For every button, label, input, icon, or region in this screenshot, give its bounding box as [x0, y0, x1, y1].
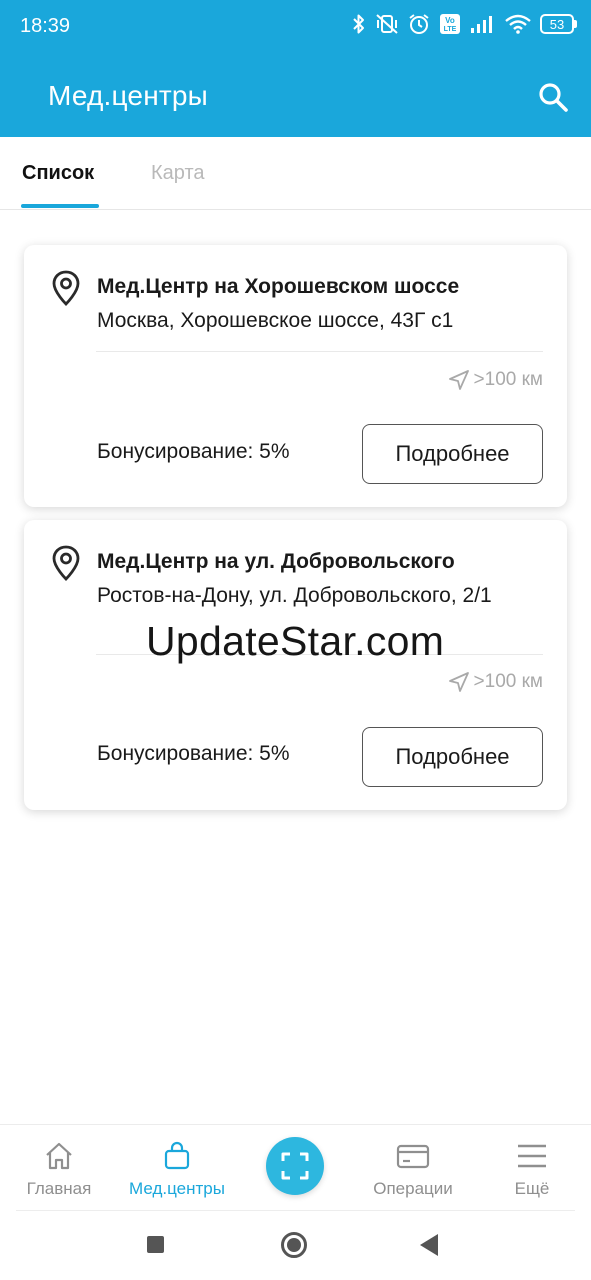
- nav-label: Ещё: [514, 1179, 550, 1198]
- status-icons: Vo LTE 53: [352, 13, 577, 35]
- details-button[interactable]: Подробнее: [362, 424, 543, 484]
- svg-text:LTE: LTE: [444, 26, 457, 33]
- scan-icon: [281, 1152, 309, 1180]
- center-card[interactable]: Мед.Центр на Хорошевском шоссе Москва, Х…: [24, 245, 567, 507]
- vibrate-off-icon: [376, 14, 398, 34]
- page-title: Мед.центры: [48, 80, 208, 111]
- scan-button[interactable]: [266, 1137, 324, 1195]
- center-address: Москва, Хорошевское шоссе, 43Г с1: [97, 309, 454, 332]
- card-divider: [96, 351, 543, 352]
- nav-item-med-centers[interactable]: Мед.центры: [118, 1125, 236, 1211]
- nav-item-home[interactable]: Главная: [0, 1125, 118, 1211]
- app-bar: 18:39 Vo LTE 53 Мед.центры: [0, 0, 591, 137]
- bonus-text: Бонусирование: 5%: [97, 742, 290, 765]
- svg-text:Vo: Vo: [445, 16, 455, 25]
- signal-icon: [471, 16, 492, 33]
- status-time: 18:39: [20, 15, 71, 37]
- active-tab-indicator: [21, 204, 99, 208]
- center-name: Мед.Центр на ул. Добровольского: [97, 550, 455, 573]
- wifi-icon: [505, 14, 531, 34]
- tab-map[interactable]: Карта: [151, 162, 205, 185]
- alarm-icon: [409, 14, 429, 34]
- nav-item-more[interactable]: Ещё: [473, 1125, 591, 1211]
- nav-label: Операции: [373, 1179, 453, 1198]
- distance-info: >100 км: [448, 369, 543, 391]
- tab-list[interactable]: Список: [22, 162, 94, 185]
- center-address: Ростов-на-Дону, ул. Добровольского, 2/1: [97, 584, 492, 607]
- center-name: Мед.Центр на Хорошевском шоссе: [97, 275, 460, 298]
- battery-level: 53: [540, 14, 574, 34]
- bag-icon: [164, 1141, 190, 1170]
- distance-value: >100 км: [473, 671, 543, 692]
- details-button[interactable]: Подробнее: [362, 727, 543, 787]
- nav-item-operations[interactable]: Операции: [354, 1125, 472, 1211]
- navigation-arrow-icon: [448, 672, 469, 692]
- battery-icon: 53: [540, 14, 577, 34]
- system-nav-bar: [0, 1211, 591, 1280]
- watermark: UpdateStar.com: [146, 618, 445, 664]
- center-card[interactable]: Мед.Центр на ул. Добровольского Ростов-н…: [24, 520, 567, 810]
- distance-info: >100 км: [448, 671, 543, 693]
- nav-label: Главная: [26, 1179, 92, 1198]
- back-icon[interactable]: [420, 1234, 438, 1256]
- home-button-icon[interactable]: [281, 1232, 307, 1258]
- bluetooth-icon: [353, 14, 364, 34]
- volte-icon: VoLTE: [440, 14, 460, 34]
- home-icon: [46, 1142, 72, 1170]
- status-bar: 18:39 Vo LTE 53: [0, 0, 591, 54]
- recent-apps-icon[interactable]: [147, 1236, 164, 1253]
- search-icon[interactable]: [536, 80, 572, 116]
- card-icon: [396, 1144, 430, 1169]
- navigation-arrow-icon: [448, 370, 469, 390]
- location-pin-icon: [52, 270, 80, 306]
- nav-label: Мед.центры: [129, 1179, 225, 1198]
- screen: 18:39 VoLTE 53 Мед.центры Список Карта: [0, 0, 591, 1280]
- menu-icon: [518, 1144, 546, 1168]
- bonus-text: Бонусирование: 5%: [97, 440, 290, 463]
- tab-bar: Список Карта: [0, 137, 591, 210]
- location-pin-icon: [52, 545, 80, 581]
- distance-value: >100 км: [473, 369, 543, 390]
